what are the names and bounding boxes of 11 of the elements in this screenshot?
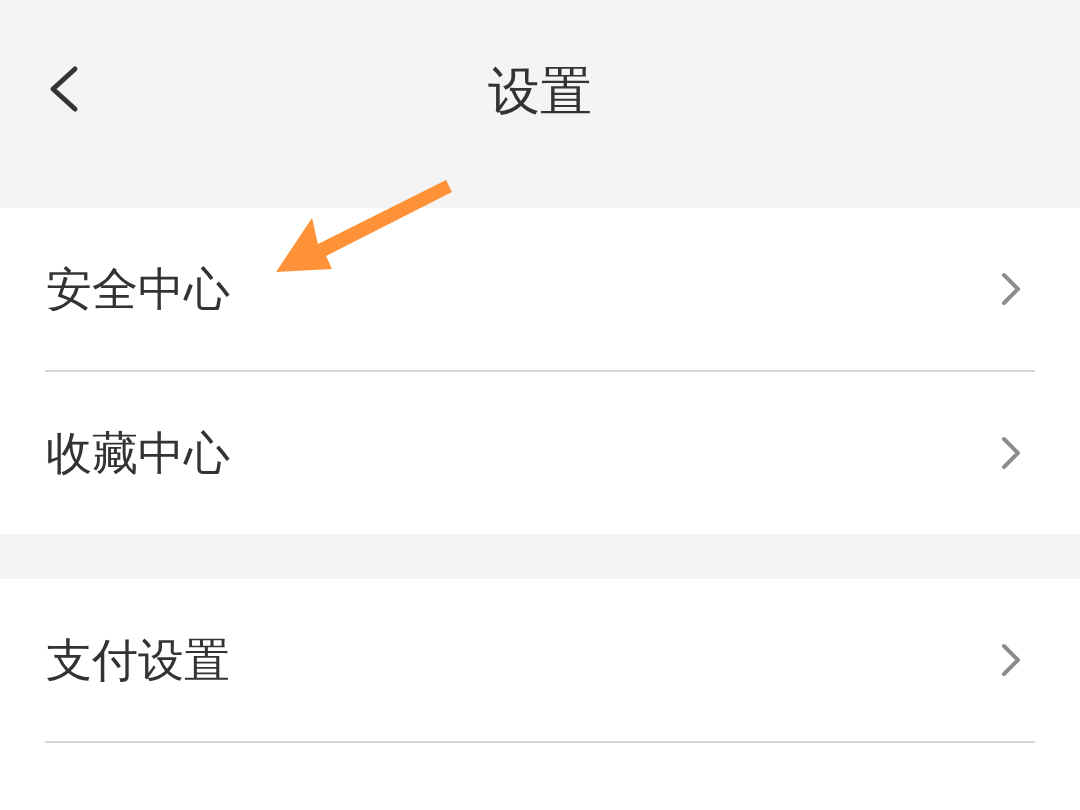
- back-icon: [48, 64, 80, 114]
- chevron-right-icon: [1000, 642, 1022, 678]
- row-label: 安全中心: [46, 262, 230, 317]
- settings-row[interactable]: 安全中心: [0, 208, 1080, 370]
- settings-row[interactable]: 收藏中心: [0, 372, 1080, 534]
- row-label: 支付设置: [46, 633, 230, 688]
- row-label: 收藏中心: [46, 426, 230, 481]
- settings-row[interactable]: 支付设置: [0, 579, 1080, 741]
- chevron-right-icon: [1000, 271, 1022, 307]
- page-title: 设置: [488, 61, 592, 122]
- chevron-right-icon: [1000, 435, 1022, 471]
